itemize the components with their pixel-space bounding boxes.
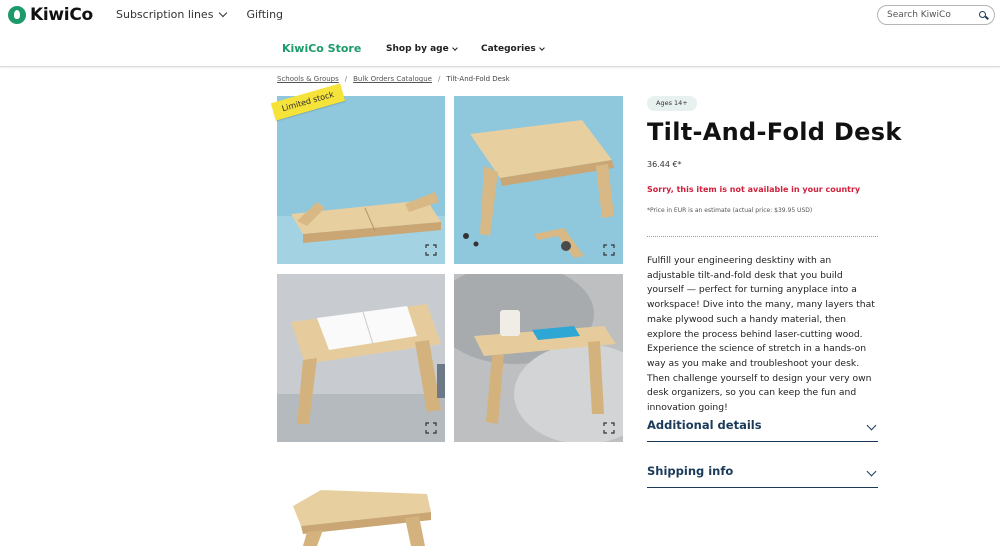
chevron-down-icon — [866, 466, 877, 477]
age-badge: Ages 14+ — [647, 96, 697, 111]
desk-photo-5 — [277, 482, 445, 546]
menu-label: Categories — [481, 44, 536, 54]
breadcrumb-separator: / — [344, 75, 348, 83]
accordion-shipping-info[interactable]: Shipping info — [647, 460, 878, 488]
breadcrumb-current: Tilt-And-Fold Desk — [446, 75, 510, 83]
expand-icon[interactable] — [603, 244, 615, 256]
nav-label: Gifting — [246, 8, 284, 21]
breadcrumb: Schools & Groups / Bulk Orders Catalogue… — [277, 75, 510, 83]
accordion-additional-details[interactable]: Additional details — [647, 414, 878, 442]
menu-shop-by-age[interactable]: Shop by age — [386, 44, 458, 54]
desk-photo-1 — [277, 96, 445, 264]
menu-label: Shop by age — [386, 44, 449, 54]
price-note: *Price in EUR is an estimate (actual pri… — [647, 207, 813, 214]
chevron-down-icon — [451, 45, 458, 51]
product-title: Tilt-And-Fold Desk — [647, 118, 902, 146]
accordion-label: Additional details — [647, 418, 762, 432]
expand-icon[interactable] — [425, 422, 437, 434]
search-placeholder: Search KiwiCo — [887, 10, 951, 20]
breadcrumb-bulk-orders[interactable]: Bulk Orders Catalogue — [353, 75, 432, 83]
menu-categories[interactable]: Categories — [481, 44, 545, 54]
accordion-label: Shipping info — [647, 464, 734, 478]
product-image-5[interactable] — [277, 482, 445, 546]
kiwi-logo-icon — [8, 6, 26, 24]
product-price: 36.44 €* — [647, 160, 682, 169]
kiwico-logo[interactable]: KiwiCo — [8, 5, 93, 25]
top-nav: Subscription lines Gifting — [116, 8, 303, 21]
product-image-4[interactable] — [454, 274, 623, 442]
top-bar: KiwiCo Subscription lines Gifting Search… — [0, 0, 1000, 32]
expand-icon[interactable] — [425, 244, 437, 256]
product-image-3[interactable] — [277, 274, 445, 442]
store-nav: KiwiCo Store Shop by age Categories — [0, 32, 1000, 67]
nav-subscription-lines[interactable]: Subscription lines — [116, 8, 228, 21]
expand-icon[interactable] — [603, 422, 615, 434]
nav-label: Subscription lines — [116, 8, 214, 21]
product-description: Fulfill your engineering desktiny with a… — [647, 255, 875, 414]
breadcrumb-schools-groups[interactable]: Schools & Groups — [277, 75, 339, 83]
chevron-down-icon — [538, 45, 545, 51]
desk-photo-4 — [454, 274, 623, 442]
search-input[interactable]: Search KiwiCo — [877, 5, 995, 25]
nav-gifting[interactable]: Gifting — [246, 8, 283, 21]
brand-name: KiwiCo — [30, 5, 93, 25]
dotted-divider — [647, 236, 878, 237]
desk-photo-2 — [454, 96, 623, 264]
availability-message: Sorry, this item is not available in you… — [647, 185, 861, 194]
product-image-2[interactable] — [454, 96, 623, 264]
chevron-down-icon — [219, 8, 228, 18]
store-link[interactable]: KiwiCo Store — [282, 42, 361, 55]
search-icon[interactable] — [979, 11, 986, 18]
product-image-1[interactable] — [277, 96, 445, 264]
chevron-down-icon — [866, 420, 877, 431]
desk-photo-3 — [277, 274, 445, 442]
breadcrumb-separator: / — [437, 75, 441, 83]
